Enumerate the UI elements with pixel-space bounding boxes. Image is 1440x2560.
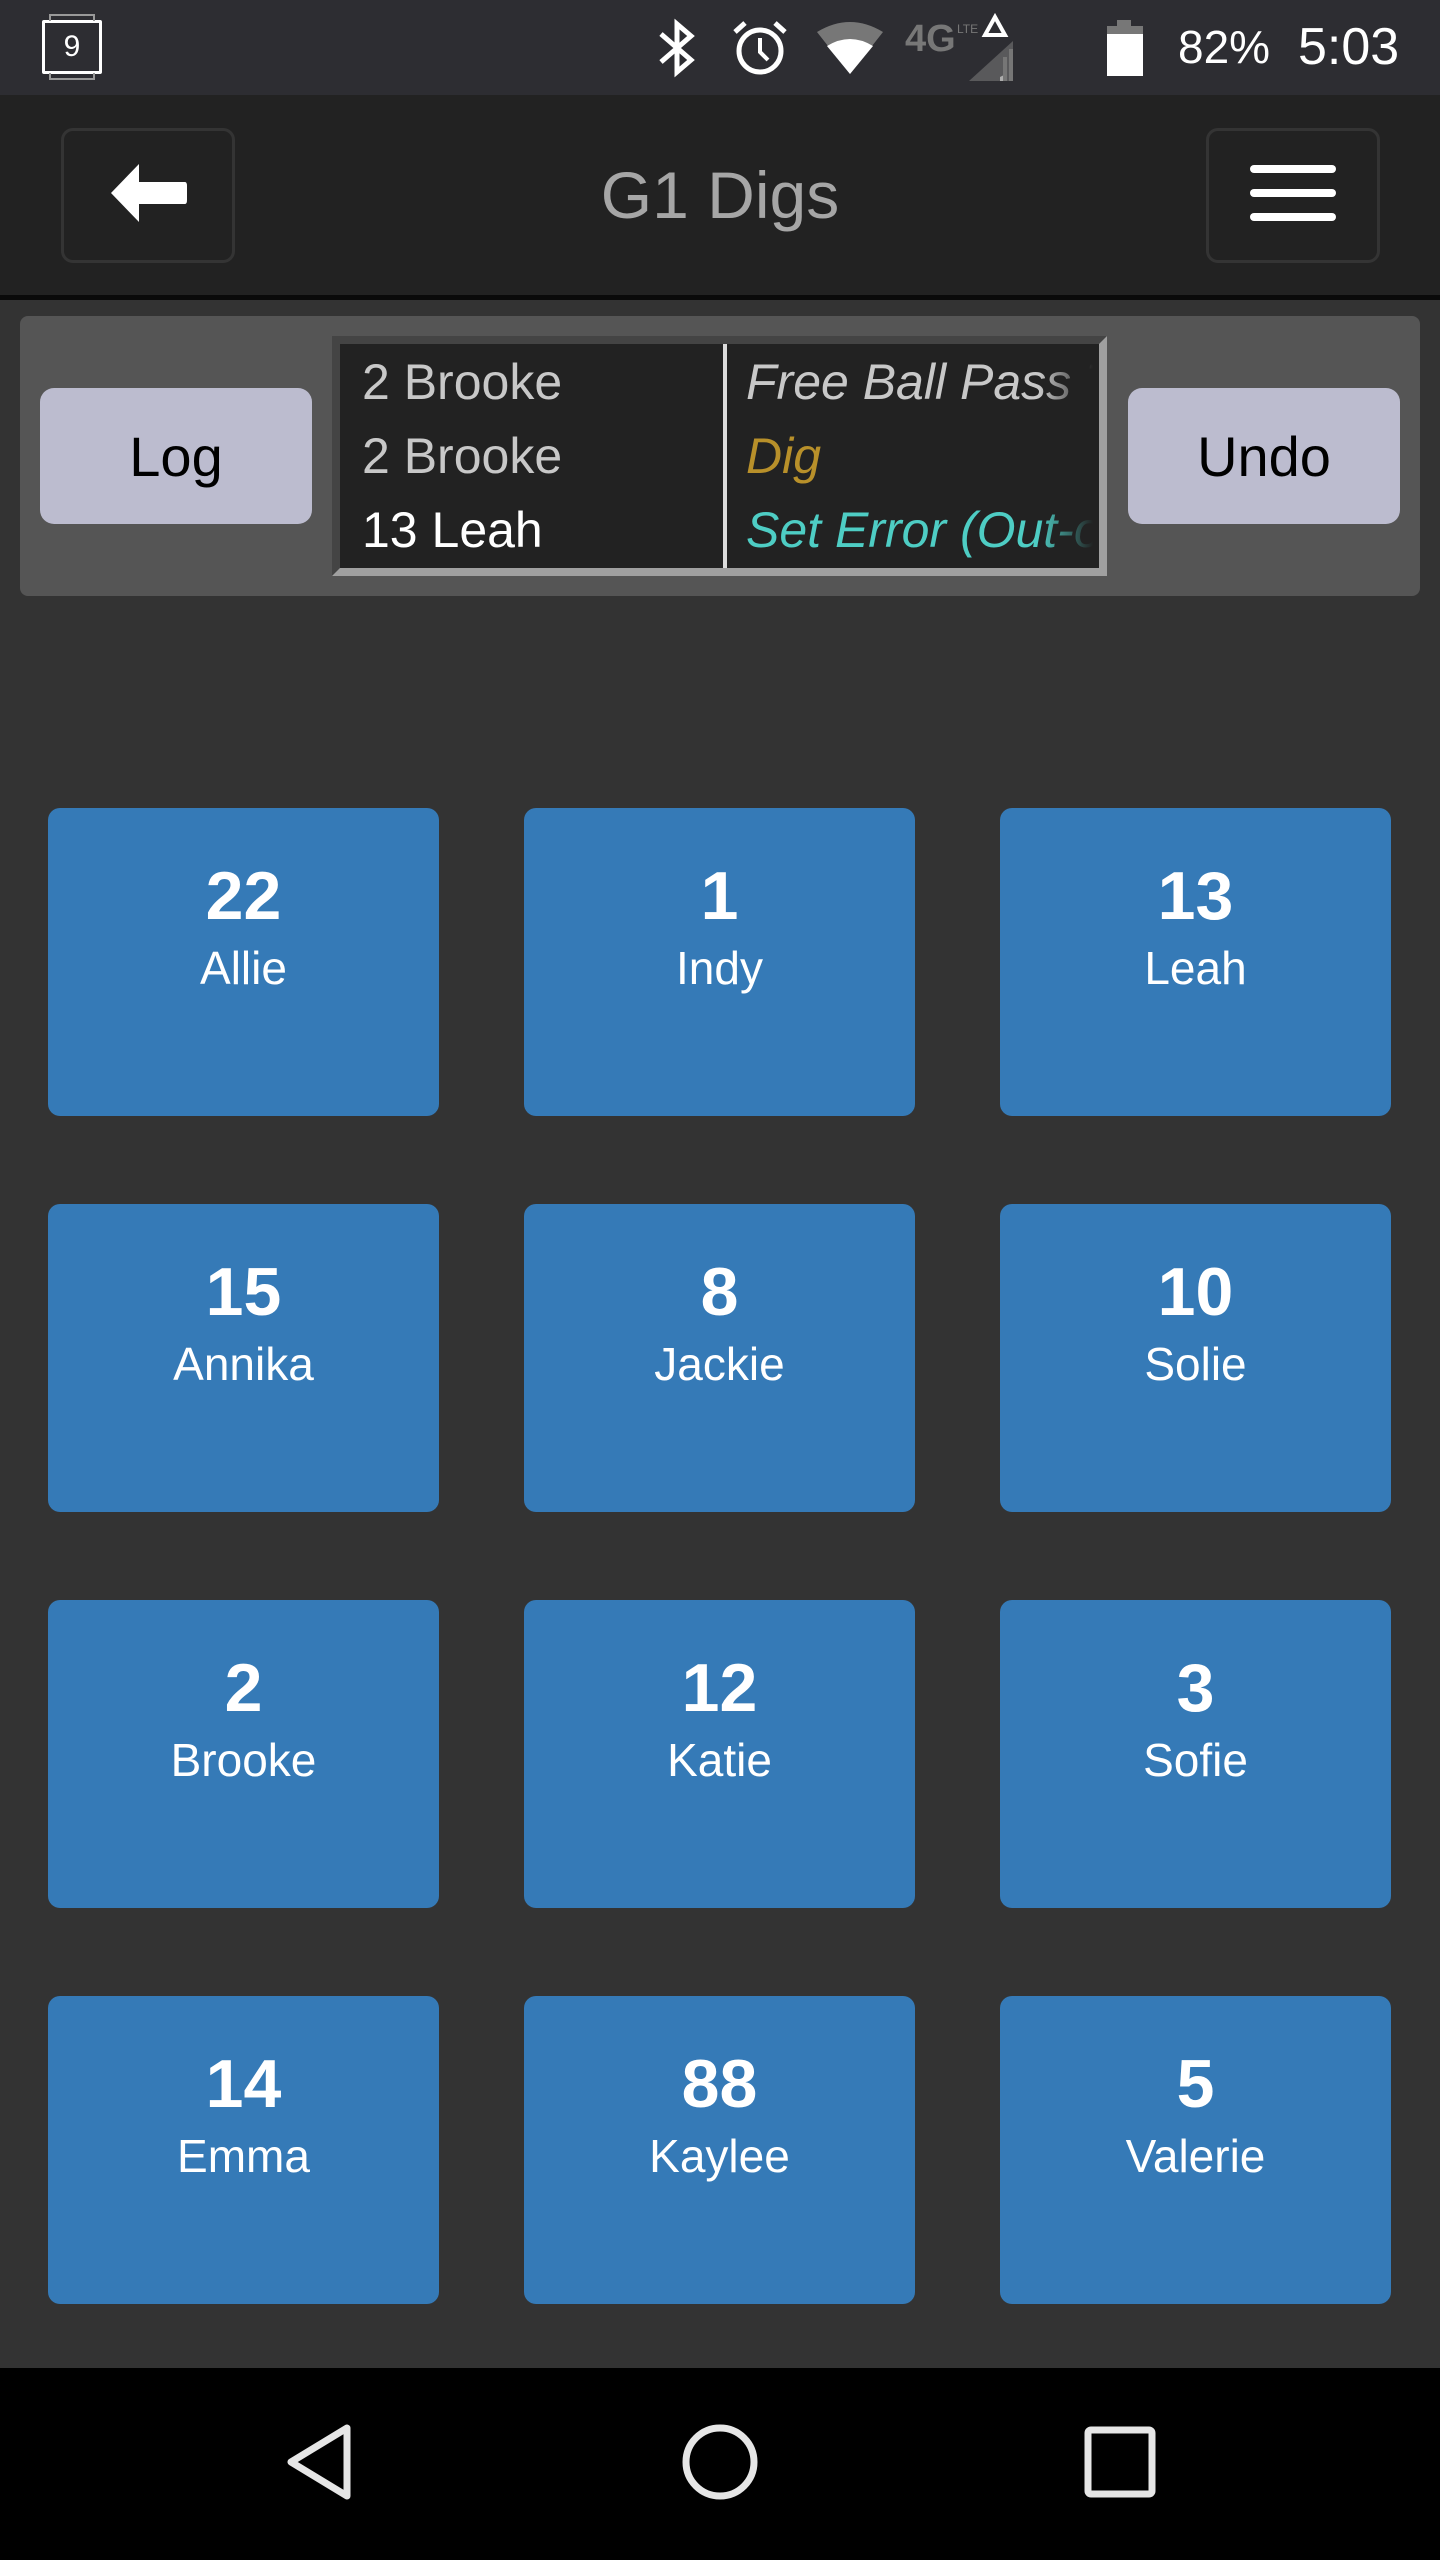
player-button[interactable]: 22 Allie [48,808,439,1116]
player-number: 8 [700,1254,739,1330]
log-entry-action: Dig [746,428,822,484]
player-name: Jackie [654,1338,785,1390]
player-number: 2 [224,1650,263,1726]
notification-count: 9 [63,30,81,63]
nav-recents-button[interactable] [1020,2368,1220,2560]
player-name: Annika [173,1338,314,1390]
log-action-column: Free Ball Pass To Dig Set Error (Out-of [728,344,1099,568]
player-name: Solie [1144,1338,1247,1390]
player-name: Brooke [170,1734,317,1786]
4g-lte-icon: 4G LTE [905,0,1015,95]
recents-icon [1084,2426,1156,2503]
player-number: 13 [1157,858,1234,934]
player-name: Indy [676,942,763,994]
log-column-divider [723,344,727,568]
player-number: 5 [1176,2046,1215,2122]
player-number: 22 [205,858,282,934]
bluetooth-icon [655,0,699,95]
player-name: Sofie [1143,1734,1248,1786]
player-name: Leah [1144,942,1247,994]
player-number: 10 [1157,1254,1234,1330]
menu-button[interactable] [1206,128,1380,263]
log-entry-player: 2 Brooke [362,354,563,410]
header-divider [0,295,1440,300]
player-number: 14 [205,2046,282,2122]
status-bar: 9 4G LTE 82% 5:03 [0,0,1440,95]
undo-button[interactable]: Undo [1128,388,1400,524]
player-button[interactable]: 5 Valerie [1000,1996,1391,2304]
player-number: 15 [205,1254,282,1330]
arrow-left-icon [107,162,189,229]
player-button[interactable]: 13 Leah [1000,808,1391,1116]
clock: 5:03 [1298,18,1400,76]
player-button[interactable]: 1 Indy [524,808,915,1116]
player-button[interactable]: 2 Brooke [48,1600,439,1908]
log-entry-player: 13 Leah [362,502,543,558]
nav-home-button[interactable] [620,2368,820,2560]
log-panel: Log 2 Brooke 2 Brooke 13 Leah Free Ball … [20,316,1420,596]
player-number: 12 [681,1650,758,1726]
battery-percent: 82% [1178,21,1271,73]
system-nav-bar [0,2368,1440,2560]
back-icon [285,2424,355,2505]
player-button[interactable]: 88 Kaylee [524,1996,915,2304]
nav-back-button[interactable] [220,2368,420,2560]
player-name: Allie [200,942,287,994]
player-button[interactable]: 8 Jackie [524,1204,915,1512]
wifi-icon [815,0,885,95]
player-button[interactable]: 14 Emma [48,1996,439,2304]
player-name: Emma [177,2130,310,2182]
player-name: Kaylee [649,2130,790,2182]
player-number: 3 [1176,1650,1215,1726]
player-number: 88 [681,2046,758,2122]
alarm-icon [730,0,790,95]
player-number: 1 [700,858,739,934]
notification-badge-icon: 9 [42,14,102,80]
action-log[interactable]: 2 Brooke 2 Brooke 13 Leah Free Ball Pass… [332,336,1107,576]
svg-text:LTE: LTE [957,22,978,36]
svg-text:4G: 4G [905,18,956,60]
hamburger-menu-icon [1248,163,1338,228]
app-header: G1 Digs [0,95,1440,295]
player-button[interactable]: 15 Annika [48,1204,439,1512]
home-icon [680,2422,760,2507]
player-button[interactable]: 3 Sofie [1000,1600,1391,1908]
player-button[interactable]: 12 Katie [524,1600,915,1908]
battery-icon [1105,0,1145,95]
log-button[interactable]: Log [40,388,312,524]
player-name: Katie [667,1734,772,1786]
log-overflow-fade [1039,344,1099,568]
log-player-column: 2 Brooke 2 Brooke 13 Leah [340,344,723,568]
player-button[interactable]: 10 Solie [1000,1204,1391,1512]
player-name: Valerie [1125,2130,1266,2182]
back-button[interactable] [61,128,235,263]
log-entry-player: 2 Brooke [362,428,563,484]
